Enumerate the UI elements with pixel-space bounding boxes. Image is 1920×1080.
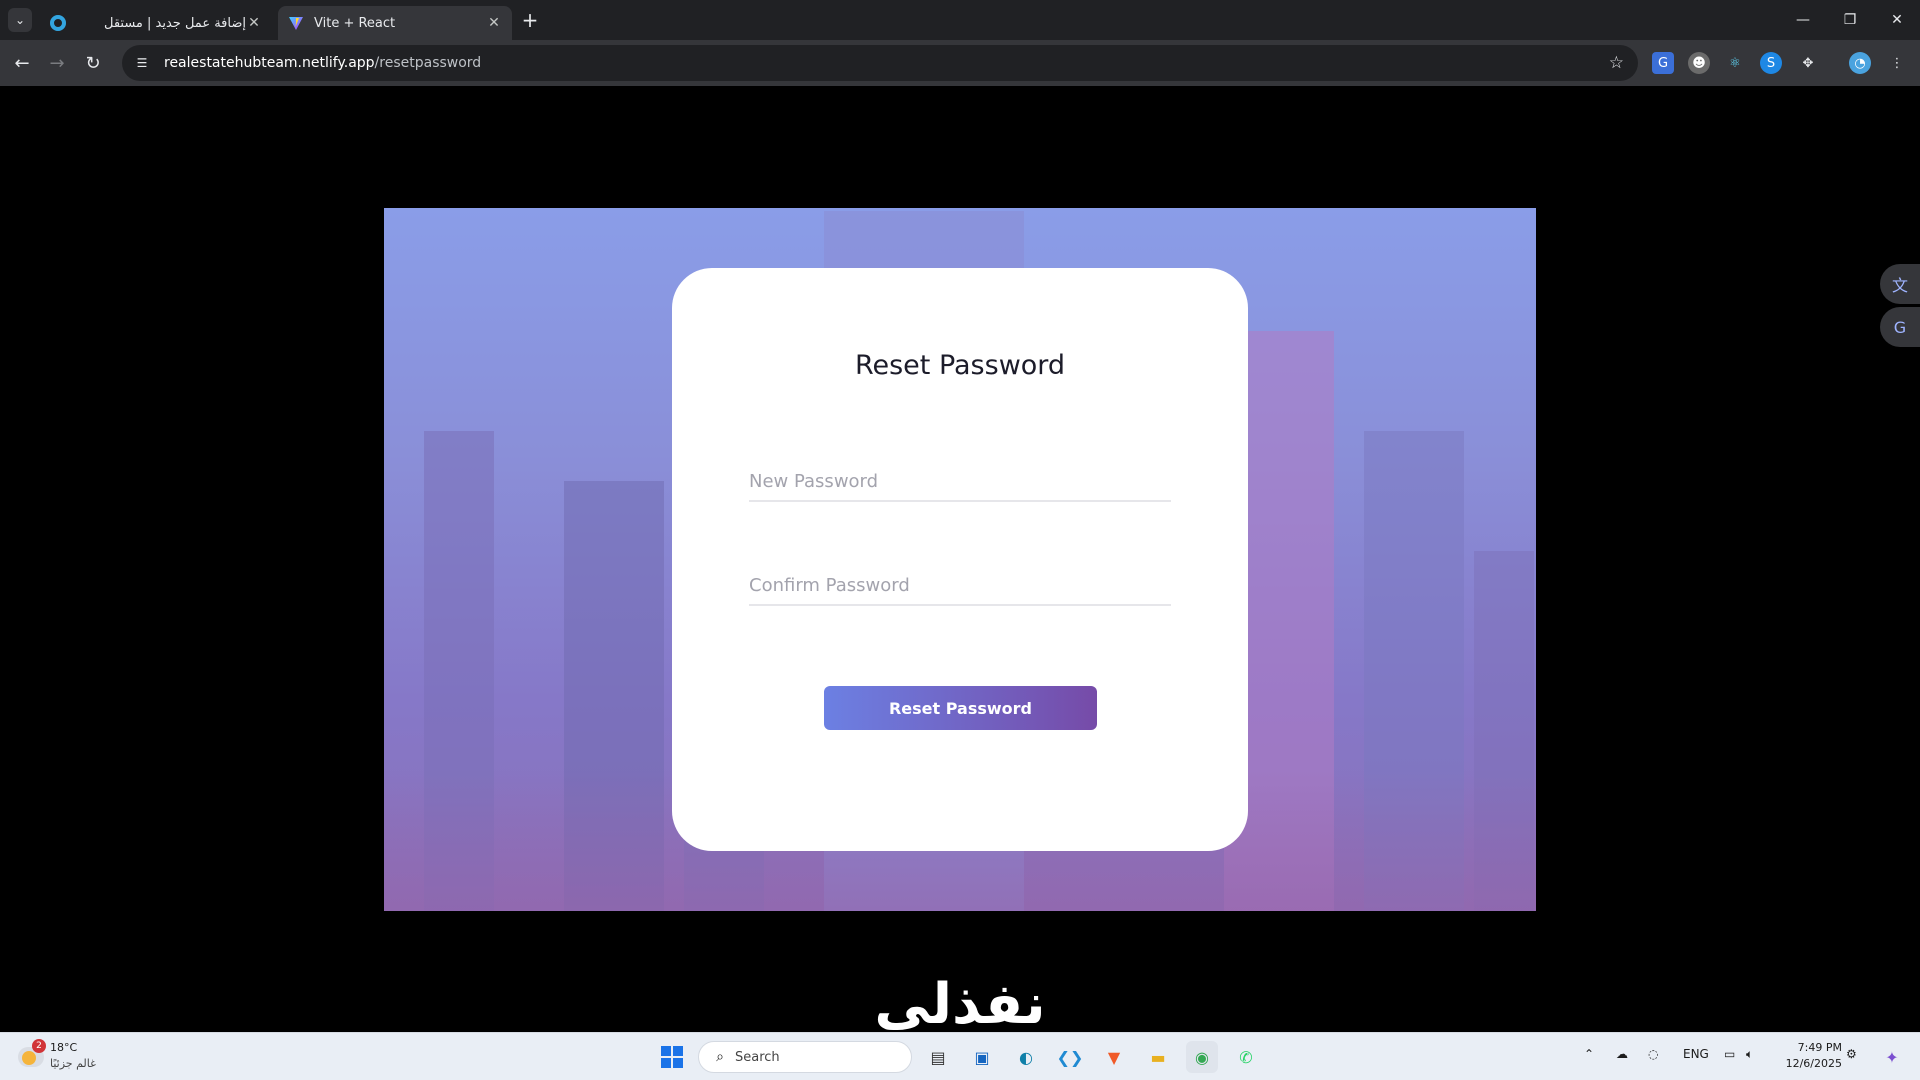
reset-password-button[interactable]: Reset Password <box>824 686 1097 730</box>
volume-icon[interactable]: 🔈︎ <box>1746 1047 1753 1062</box>
url-text: realestatehubteam.netlify.app/resetpassw… <box>164 55 481 71</box>
network-icon[interactable]: ▭ <box>1724 1047 1735 1061</box>
new-password-input[interactable] <box>749 462 1171 502</box>
browser-toolbar: ← → ↻ ☰ realestatehubteam.netlify.app/re… <box>0 40 1920 86</box>
weather-temp: 18°C <box>50 1041 78 1054</box>
clock-time: 7:49 PM <box>1797 1041 1842 1054</box>
vscode-icon[interactable]: ❮❯ <box>1054 1041 1086 1073</box>
language-indicator[interactable]: ENG <box>1683 1047 1709 1061</box>
gear-icon[interactable]: ⚙ <box>1846 1047 1857 1061</box>
extensions-puzzle-icon[interactable]: ✥ <box>1797 52 1819 74</box>
minimize-icon[interactable]: — <box>1780 0 1826 40</box>
site-info-icon[interactable]: ☰ <box>132 53 152 73</box>
sun-icon <box>22 1051 36 1065</box>
tab-strip: ⌄ إضافة عمل جديد | مستقل ✕ Vite + React … <box>0 0 1920 40</box>
close-icon[interactable]: ✕ <box>486 15 502 31</box>
tab-mostaql[interactable]: إضافة عمل جديد | مستقل ✕ <box>40 6 272 40</box>
whatsapp-icon[interactable]: ✆ <box>1230 1041 1262 1073</box>
clock[interactable]: 7:49 PM 12/6/2025 <box>1770 1040 1842 1072</box>
search-icon: ⌕ <box>716 1049 724 1065</box>
url-path: /resetpassword <box>374 55 482 71</box>
close-window-icon[interactable]: ✕ <box>1874 0 1920 40</box>
back-icon[interactable]: ← <box>8 49 36 77</box>
svg-text:نفذلي: نفذلي <box>874 972 1045 1037</box>
weather-widget[interactable]: 2 18°C غالم جزئيًا <box>16 1039 126 1075</box>
mask-extension-icon[interactable]: ☻ <box>1688 52 1710 74</box>
close-icon[interactable]: ✕ <box>246 15 262 31</box>
translate-extension-icon[interactable]: G <box>1652 52 1674 74</box>
page-title: Reset Password <box>854 350 1066 381</box>
url-host: realestatehubteam.netlify.app <box>164 55 375 71</box>
tab-search-button[interactable]: ⌄ <box>8 8 32 32</box>
extension-s-icon[interactable]: S <box>1760 52 1782 74</box>
store-icon[interactable]: ▣ <box>966 1041 998 1073</box>
vite-icon <box>289 17 303 30</box>
address-bar[interactable]: ☰ realestatehubteam.netlify.app/resetpas… <box>122 45 1638 81</box>
windows-logo-icon <box>661 1046 683 1068</box>
chevron-down-icon: ⌄ <box>14 13 26 27</box>
task-view-icon[interactable]: ▤ <box>922 1041 954 1073</box>
chevron-up-icon[interactable]: ⌃ <box>1584 1047 1594 1061</box>
confirm-password-input[interactable] <box>749 566 1171 606</box>
file-explorer-icon[interactable]: ▬ <box>1142 1041 1174 1073</box>
tab-title: إضافة عمل جديد | مستقل <box>103 15 246 31</box>
profile-avatar-icon[interactable]: ◔ <box>1849 52 1871 74</box>
chrome-icon[interactable]: ◉ <box>1186 1041 1218 1073</box>
side-extension-icon[interactable]: G <box>1880 307 1920 347</box>
translate-side-icon[interactable]: 文 <box>1880 264 1920 304</box>
page-viewport: Reset Password Reset Password 文 G نفذلي <box>0 86 1920 1037</box>
taskbar-search[interactable]: ⌕ Search <box>698 1041 912 1073</box>
cloud-offline-icon[interactable]: ☁ <box>1616 1047 1628 1061</box>
notification-badge: 2 <box>32 1039 46 1053</box>
edge-icon[interactable]: ◐ <box>1010 1041 1042 1073</box>
hero-background: Reset Password Reset Password <box>384 208 1536 911</box>
windows-start-icon[interactable] <box>656 1041 688 1073</box>
new-tab-button[interactable]: + <box>518 8 542 32</box>
bookmark-star-icon[interactable]: ☆ <box>1609 53 1624 73</box>
tab-vite-react[interactable]: Vite + React ✕ <box>278 6 512 40</box>
weather-caption: غالم جزئيًا <box>50 1057 96 1070</box>
reset-password-card: Reset Password Reset Password <box>672 268 1248 851</box>
menu-kebab-icon[interactable]: ⋮ <box>1886 52 1908 74</box>
reload-icon[interactable]: ↻ <box>79 49 107 77</box>
tray-app-icon[interactable]: ◌ <box>1648 1047 1658 1061</box>
brave-icon[interactable]: ▼ <box>1098 1041 1130 1073</box>
search-label: Search <box>735 1049 780 1065</box>
mostaql-icon <box>50 15 66 31</box>
tab-title: Vite + React <box>314 15 396 31</box>
react-devtools-icon[interactable]: ⚛ <box>1724 52 1746 74</box>
forward-icon[interactable]: → <box>43 49 71 77</box>
restore-icon[interactable]: ❐ <box>1827 0 1873 40</box>
copilot-icon[interactable]: ✦ <box>1876 1041 1908 1073</box>
clock-date: 12/6/2025 <box>1785 1057 1842 1070</box>
windows-taskbar: 2 18°C غالم جزئيًا ⌕ Search ▤ ▣ ◐ ❮❯ ▼ ▬… <box>0 1032 1920 1080</box>
